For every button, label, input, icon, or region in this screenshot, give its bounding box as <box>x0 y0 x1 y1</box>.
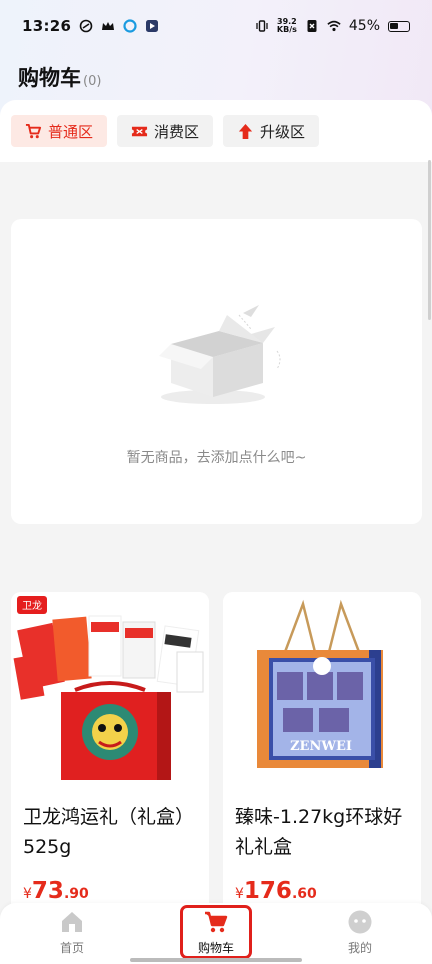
product-card[interactable]: 卫龙 卫龙鸿运礼（礼盒）525g ¥ 73 .90 <box>11 592 209 922</box>
nav-label: 我的 <box>347 941 372 955</box>
nav-home[interactable]: 首页 <box>32 909 112 956</box>
price-currency: ¥ <box>23 886 32 902</box>
svg-text:卫龙: 卫龙 <box>22 599 42 612</box>
cart-nav-highlight <box>180 905 252 959</box>
product-card[interactable]: ZENWEI 臻味-1.27kg环球好礼礼盒 ¥ 176 .60 <box>223 592 421 922</box>
network-speed: 39.2 KB/s <box>277 18 297 34</box>
status-time: 13:26 <box>22 17 72 35</box>
price-integer: 73 <box>31 878 64 904</box>
tab-label: 普通区 <box>48 122 94 141</box>
status-bar: 13:26 39.2 KB/s 45% <box>0 0 432 52</box>
cart-icon <box>25 123 42 138</box>
crown-icon <box>102 22 115 30</box>
tab-upgrade-zone[interactable]: 升级区 <box>223 115 320 147</box>
tab-label: 升级区 <box>260 122 306 141</box>
net-speed-unit: KB/s <box>276 25 297 34</box>
price-decimal: .60 <box>291 886 317 902</box>
vibrate-icon <box>256 20 268 32</box>
price-currency: ¥ <box>235 886 244 902</box>
tab-label: 消费区 <box>154 122 200 141</box>
nav-profile[interactable]: 我的 <box>320 909 400 956</box>
product-price: ¥ 176 .60 <box>235 878 317 904</box>
nav-label: 首页 <box>59 941 84 955</box>
home-indicator[interactable] <box>130 958 302 962</box>
cart-count: (0) <box>83 74 102 89</box>
page-title: 购物车 <box>18 66 81 90</box>
page-header: 购物车 (0) <box>18 62 101 92</box>
battery-percent: 45% <box>348 18 380 34</box>
home-icon <box>62 912 82 932</box>
product-name[interactable]: 臻味-1.27kg环球好礼礼盒 <box>235 802 413 862</box>
app-notification-icon <box>79 19 93 33</box>
no-sim-icon <box>307 20 317 32</box>
empty-message: 暂无商品，去添加点什么吧~ <box>126 450 307 466</box>
svg-text:ZENWEI: ZENWEI <box>290 739 352 754</box>
profile-icon <box>348 910 372 934</box>
battery-icon <box>388 20 410 32</box>
price-decimal: .90 <box>63 886 89 902</box>
scrollbar[interactable] <box>428 160 431 320</box>
ticket-icon <box>131 126 148 136</box>
wifi-icon <box>327 20 341 32</box>
product-price: ¥ 73 .90 <box>23 878 89 904</box>
product-image[interactable]: 卫龙 <box>11 592 209 782</box>
arrow-up-icon <box>238 123 253 139</box>
tab-normal-zone[interactable]: 普通区 <box>11 115 108 147</box>
empty-box-icon <box>159 305 281 404</box>
price-integer: 176 <box>243 878 292 904</box>
product-name[interactable]: 卫龙鸿运礼（礼盒）525g <box>23 802 201 862</box>
play-app-icon <box>146 20 159 32</box>
product-image[interactable]: ZENWEI <box>223 592 421 782</box>
tab-consume-zone[interactable]: 消费区 <box>117 115 214 147</box>
zone-tabs: 普通区 消费区 升级区 <box>0 100 432 162</box>
app-circle-icon <box>123 19 137 33</box>
empty-cart-card: 暂无商品，去添加点什么吧~ <box>11 219 422 524</box>
